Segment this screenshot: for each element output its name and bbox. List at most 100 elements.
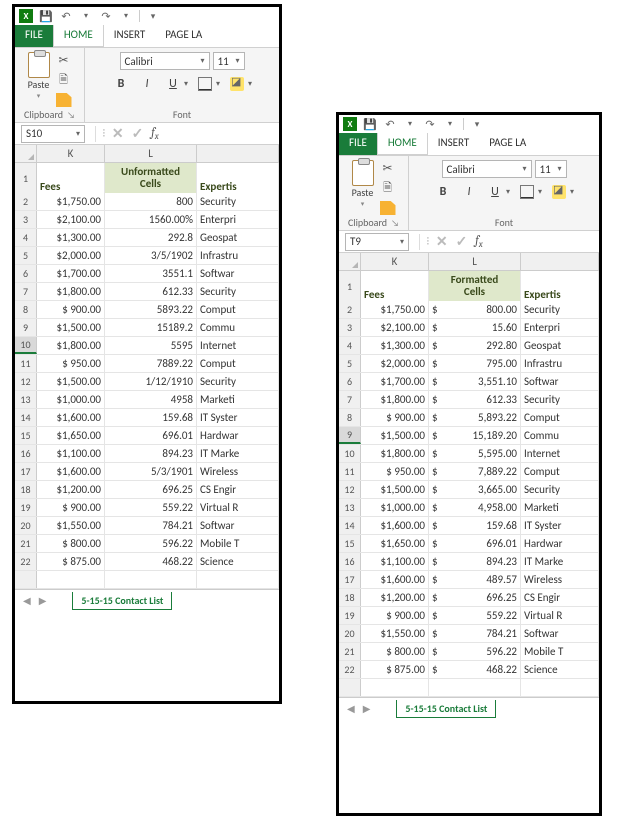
row-header[interactable]: 21 bbox=[339, 643, 361, 660]
cell[interactable]: 559.22 bbox=[105, 499, 197, 516]
cell[interactable]: $2,000.00 bbox=[361, 355, 429, 372]
cell[interactable]: $5,893.22 bbox=[429, 409, 521, 426]
grid-body[interactable]: 1FeesUnformattedCellsExpertis2$1,750.008… bbox=[15, 163, 279, 589]
fill-dropdown-icon[interactable]: ▾ bbox=[248, 79, 252, 89]
fill-dropdown-icon[interactable]: ▾ bbox=[570, 187, 574, 197]
expand-handle[interactable]: ⁝ bbox=[100, 126, 108, 141]
sheet-nav-prev-icon[interactable]: ◀ bbox=[345, 702, 357, 715]
sheet-nav-next-icon[interactable]: ▶ bbox=[37, 594, 49, 607]
cell[interactable]: Virtual R bbox=[521, 607, 599, 624]
underline-dropdown-icon[interactable]: ▾ bbox=[506, 187, 510, 197]
cell[interactable]: $ 875.00 bbox=[361, 661, 429, 678]
column-header-k[interactable]: K bbox=[37, 145, 105, 162]
row-header[interactable]: 8 bbox=[15, 301, 37, 318]
cell[interactable]: Softwar bbox=[197, 265, 279, 282]
cell[interactable]: 7889.22 bbox=[105, 355, 197, 372]
cell[interactable]: $795.00 bbox=[429, 355, 521, 372]
cell[interactable]: Marketi bbox=[197, 391, 279, 408]
fx-icon[interactable] bbox=[471, 233, 486, 250]
undo-dropdown-icon[interactable]: ▾ bbox=[403, 117, 417, 131]
cell[interactable]: Security bbox=[197, 283, 279, 300]
cell[interactable]: $1,750.00 bbox=[361, 301, 429, 318]
row-header[interactable]: 2 bbox=[339, 301, 361, 318]
cell[interactable]: Enterpri bbox=[197, 211, 279, 228]
cell[interactable]: $1,600.00 bbox=[361, 517, 429, 534]
cell[interactable]: IT Marke bbox=[197, 445, 279, 462]
cell[interactable]: 468.22 bbox=[105, 553, 197, 570]
cell[interactable]: $159.68 bbox=[429, 517, 521, 534]
underline-button[interactable]: U bbox=[486, 184, 504, 200]
cell[interactable]: $4,958.00 bbox=[429, 499, 521, 516]
cell[interactable]: Security bbox=[521, 301, 599, 318]
row-header[interactable]: 3 bbox=[339, 319, 361, 336]
cell[interactable]: 1/12/1910 bbox=[105, 373, 197, 390]
cell[interactable]: Mobile T bbox=[521, 643, 599, 660]
name-box[interactable]: T9▾ bbox=[345, 233, 409, 251]
cell[interactable]: $696.25 bbox=[429, 589, 521, 606]
qat-customize-icon[interactable]: ▾ bbox=[146, 9, 160, 23]
row-header[interactable]: 6 bbox=[339, 373, 361, 390]
cell[interactable]: Softwar bbox=[197, 517, 279, 534]
cell[interactable]: Geospat bbox=[521, 337, 599, 354]
row-header[interactable]: 17 bbox=[15, 463, 37, 480]
cell[interactable]: Commu bbox=[521, 427, 599, 444]
row-header[interactable]: 16 bbox=[15, 445, 37, 462]
cancel-icon[interactable]: ✕ bbox=[432, 233, 452, 250]
select-all-corner[interactable] bbox=[15, 145, 37, 162]
cell[interactable]: $489.57 bbox=[429, 571, 521, 588]
row-header[interactable]: 4 bbox=[15, 229, 37, 246]
cell-expertise-header[interactable]: Expertis bbox=[521, 271, 599, 301]
cell[interactable]: Enterpri bbox=[521, 319, 599, 336]
row-header[interactable]: 5 bbox=[15, 247, 37, 264]
row-header[interactable]: 19 bbox=[339, 607, 361, 624]
row-header[interactable]: 18 bbox=[15, 481, 37, 498]
row-header[interactable] bbox=[339, 679, 361, 696]
cell[interactable]: $15,189.20 bbox=[429, 427, 521, 444]
row-header[interactable]: 15 bbox=[339, 535, 361, 552]
undo-icon[interactable]: ↶ bbox=[59, 9, 73, 23]
borders-dropdown-icon[interactable]: ▾ bbox=[538, 187, 542, 197]
cell[interactable]: Security bbox=[521, 481, 599, 498]
cell[interactable]: $1,300.00 bbox=[37, 229, 105, 246]
cell[interactable]: Security bbox=[197, 373, 279, 390]
cell[interactable]: 4958 bbox=[105, 391, 197, 408]
cell[interactable]: 292.8 bbox=[105, 229, 197, 246]
cell[interactable]: CS Engir bbox=[521, 589, 599, 606]
qat-customize-icon[interactable]: ▾ bbox=[470, 117, 484, 131]
sheet-tab-active[interactable]: 5-15-15 Contact List bbox=[396, 700, 496, 718]
font-size-select[interactable]: 11▾ bbox=[213, 52, 245, 70]
undo-dropdown-icon[interactable]: ▾ bbox=[79, 9, 93, 23]
cell[interactable]: 894.23 bbox=[105, 445, 197, 462]
undo-icon[interactable]: ↶ bbox=[383, 117, 397, 131]
cell[interactable]: $1,200.00 bbox=[361, 589, 429, 606]
cell[interactable]: $612.33 bbox=[429, 391, 521, 408]
row-header[interactable]: 14 bbox=[339, 517, 361, 534]
cell[interactable]: 159.68 bbox=[105, 409, 197, 426]
cell[interactable]: $292.80 bbox=[429, 337, 521, 354]
cell[interactable]: Wireless bbox=[197, 463, 279, 480]
cell[interactable]: $468.22 bbox=[429, 661, 521, 678]
cell[interactable]: 784.21 bbox=[105, 517, 197, 534]
font-size-select[interactable]: 11▾ bbox=[535, 160, 567, 178]
cut-icon[interactable] bbox=[380, 160, 396, 176]
row-header[interactable]: 15 bbox=[15, 427, 37, 444]
paste-button[interactable]: Paste▾ bbox=[352, 160, 374, 216]
cell-fees-header[interactable]: Fees bbox=[37, 163, 105, 193]
row-header[interactable]: 13 bbox=[339, 499, 361, 516]
cell[interactable]: $2,100.00 bbox=[361, 319, 429, 336]
row-header[interactable]: 2 bbox=[15, 193, 37, 210]
column-header-m[interactable] bbox=[197, 145, 279, 162]
select-all-corner[interactable] bbox=[339, 253, 361, 270]
cell[interactable]: $ 900.00 bbox=[361, 409, 429, 426]
redo-dropdown-icon[interactable]: ▾ bbox=[443, 117, 457, 131]
cell[interactable]: Internet bbox=[197, 337, 279, 354]
cell[interactable]: $2,100.00 bbox=[37, 211, 105, 228]
cell[interactable]: $1,600.00 bbox=[37, 409, 105, 426]
italic-button[interactable]: I bbox=[460, 184, 478, 200]
tab-insert[interactable]: INSERT bbox=[104, 25, 156, 47]
cell[interactable]: $1,700.00 bbox=[361, 373, 429, 390]
cell[interactable]: $800.00 bbox=[429, 301, 521, 318]
borders-button[interactable] bbox=[196, 76, 214, 92]
redo-icon[interactable]: ↷ bbox=[423, 117, 437, 131]
row-header[interactable]: 10 bbox=[15, 337, 37, 354]
